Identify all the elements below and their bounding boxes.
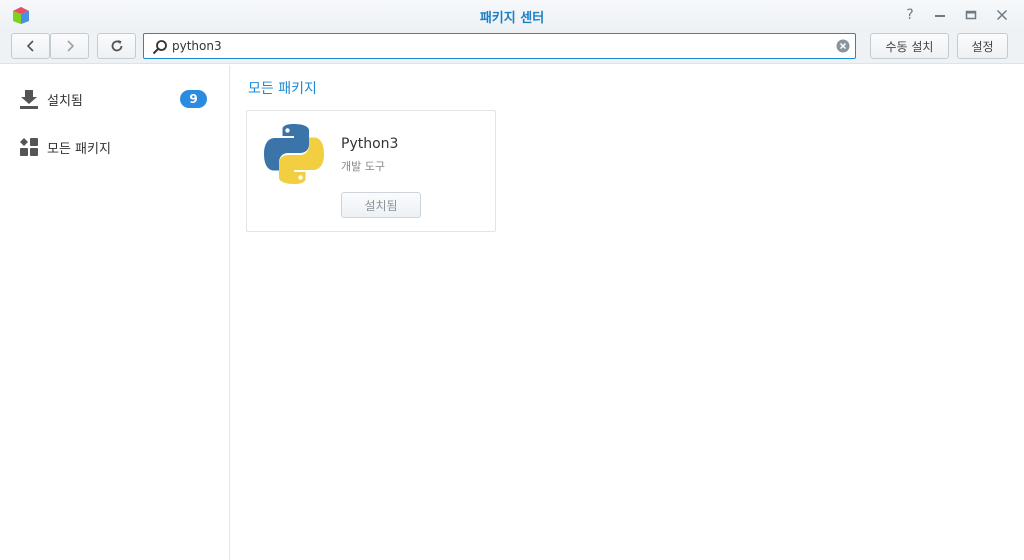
refresh-button[interactable] [97,33,136,59]
search-icon [152,40,167,55]
help-button[interactable]: ? [900,6,920,24]
title-bar: 패키지 센터 ? [0,0,1024,30]
package-center-window: 패키지 센터 ? 수동 설치 설정 [0,0,1024,560]
sidebar-item-label: 모든 패키지 [47,141,111,157]
refresh-icon [111,40,122,52]
minimize-button[interactable] [930,6,950,24]
sidebar-item-all-packages[interactable]: 모든 패키지 [0,127,229,167]
sidebar: 설치됨 9 모든 패키지 [0,65,230,560]
window-title: 패키지 센터 [479,11,545,26]
package-category: 개발 도구 [341,160,385,173]
package-name: Python3 [341,136,399,152]
back-button[interactable] [11,33,50,59]
grid-icon [20,138,38,156]
chevron-right-icon [66,40,74,52]
help-icon: ? [906,7,914,23]
search-box[interactable] [143,33,856,59]
python-logo-icon [264,124,324,184]
section-title: 모든 패키지 [248,81,317,97]
maximize-icon [965,10,977,20]
sidebar-item-label: 설치됨 [47,93,83,109]
download-icon [20,90,38,109]
installed-button[interactable]: 설치됨 [341,192,421,218]
forward-button[interactable] [50,33,89,59]
search-input[interactable] [172,37,832,55]
chevron-left-icon [26,40,34,52]
minimize-icon [935,15,945,17]
package-card-python3[interactable]: Python3 개발 도구 설치됨 [246,110,496,232]
maximize-button[interactable] [961,6,981,24]
settings-button[interactable]: 설정 [957,33,1008,59]
toolbar: 수동 설치 설정 [0,30,1024,64]
clear-search-icon[interactable] [836,39,850,53]
manual-install-button[interactable]: 수동 설치 [870,33,949,59]
close-button[interactable] [992,6,1012,24]
close-icon [996,9,1008,21]
sidebar-item-installed[interactable]: 설치됨 9 [0,79,229,119]
installed-count-badge: 9 [180,90,207,108]
main-content: 모든 패키지 Python3 개발 도구 설치됨 [231,65,1024,560]
